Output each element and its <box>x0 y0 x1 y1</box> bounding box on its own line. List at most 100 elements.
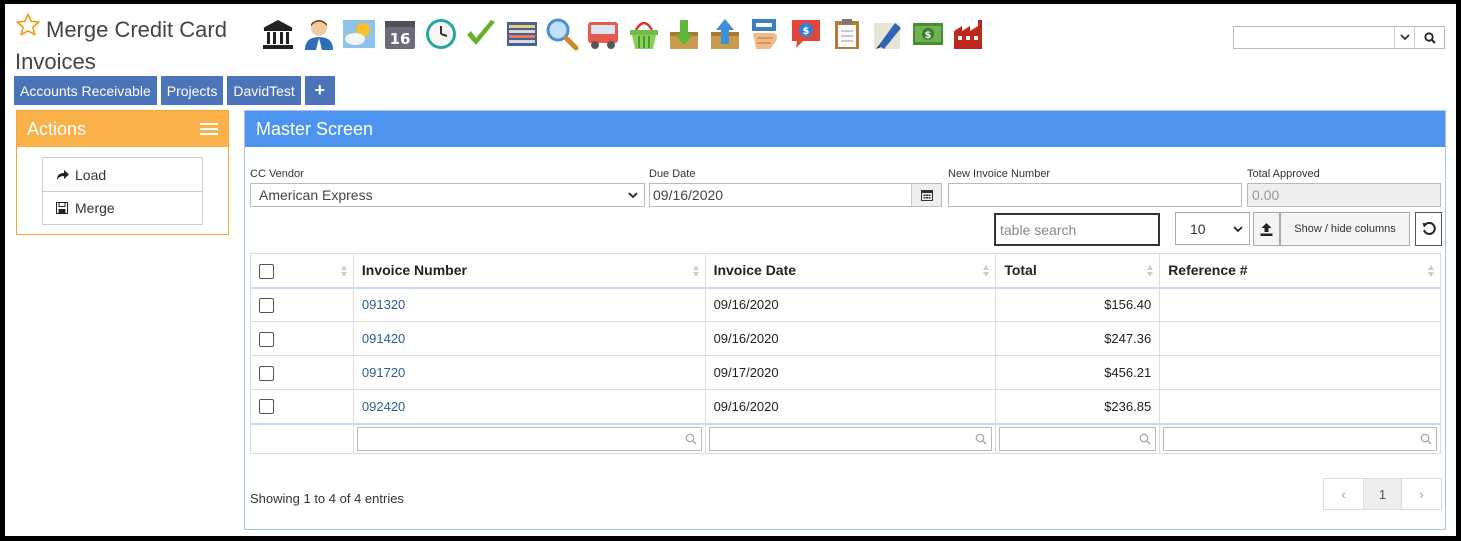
upload-box-icon[interactable] <box>705 16 746 52</box>
vendor-label: CC Vendor <box>250 168 304 180</box>
load-label: Load <box>75 166 107 183</box>
actions-title: Actions <box>27 118 87 139</box>
search-icon[interactable] <box>1414 27 1444 48</box>
merge-button[interactable]: Merge <box>43 191 202 224</box>
invoice-number-link[interactable]: 091320 <box>352 287 706 322</box>
select-all-header <box>250 253 354 289</box>
keyboard-icon[interactable] <box>502 16 543 52</box>
invoice-number-link[interactable]: 091420 <box>352 321 706 356</box>
invoice-number-filter[interactable] <box>356 426 702 451</box>
select-all-checkbox[interactable] <box>259 263 274 279</box>
actions-header: Actions <box>17 111 228 147</box>
due-date-label: Due Date <box>649 168 696 180</box>
page-title: Merge Credit Card Invoices <box>15 17 227 74</box>
row-checkbox[interactable] <box>259 331 274 347</box>
vendor-select[interactable]: American Express <box>250 183 645 207</box>
save-icon <box>56 202 72 214</box>
pagination: ‹ 1 › <box>1323 478 1442 510</box>
tab-bar: Accounts Receivable Projects DavidTest + <box>14 76 335 105</box>
bank-icon[interactable] <box>258 16 299 52</box>
svg-text:16: 16 <box>390 30 411 48</box>
global-search <box>1233 26 1445 49</box>
basket-icon[interactable] <box>623 16 664 52</box>
next-page-button[interactable]: › <box>1402 479 1441 509</box>
table-row: 091320 09/16/2020 $156.40 <box>250 287 1441 322</box>
sort-icon <box>1428 265 1434 277</box>
user-icon[interactable] <box>299 16 340 52</box>
row-checkbox[interactable] <box>259 399 274 415</box>
magnifier-icon[interactable] <box>542 16 583 52</box>
total-approved-field: 0.00 <box>1247 183 1441 207</box>
filter-cell-empty <box>250 422 354 454</box>
invoice-number-link[interactable]: 092420 <box>352 389 706 424</box>
add-tab-button[interactable]: + <box>304 76 335 105</box>
sort-icon[interactable] <box>340 264 348 278</box>
chevron-down-icon[interactable] <box>1394 27 1414 48</box>
col-invoice-date-label: Invoice Date <box>713 262 797 279</box>
show-hide-columns-button[interactable]: Show / hide columns <box>1280 212 1410 246</box>
factory-icon[interactable] <box>948 16 989 52</box>
total-cell: $156.40 <box>995 287 1161 322</box>
chevron-down-icon <box>628 192 638 199</box>
chevron-down-icon <box>1233 226 1243 233</box>
reference-cell <box>1159 389 1441 424</box>
cash-icon[interactable]: $ <box>908 16 949 52</box>
col-invoice-number[interactable]: Invoice Number <box>352 253 706 289</box>
page-1-button[interactable]: 1 <box>1363 479 1402 509</box>
checkmark-icon[interactable] <box>461 16 502 52</box>
share-arrow-icon <box>56 169 72 181</box>
invoice-date-cell: 09/16/2020 <box>704 321 997 356</box>
due-date-field[interactable]: 09/16/2020 <box>649 183 942 207</box>
global-search-input[interactable] <box>1234 27 1394 48</box>
prev-page-button[interactable]: ‹ <box>1324 479 1363 509</box>
toolbar: 16 $ $ <box>258 16 989 52</box>
page-size-select[interactable]: 10 <box>1175 212 1250 245</box>
col-reference[interactable]: Reference # <box>1159 253 1441 289</box>
truck-icon[interactable] <box>583 16 624 52</box>
col-invoice-date[interactable]: Invoice Date <box>704 253 997 289</box>
invoice-date-cell: 09/16/2020 <box>704 287 997 322</box>
reset-button[interactable] <box>1415 212 1442 246</box>
clipboard-icon[interactable] <box>826 16 867 52</box>
master-title: Master Screen <box>245 111 1445 147</box>
total-filter[interactable] <box>999 426 1157 451</box>
col-reference-label: Reference # <box>1168 262 1248 279</box>
hand-card-icon[interactable] <box>745 16 786 52</box>
invoice-date-filter[interactable] <box>708 426 993 451</box>
reference-filter[interactable] <box>1163 426 1437 451</box>
new-invoice-number-field[interactable] <box>948 183 1242 207</box>
pencil-icon[interactable] <box>867 16 908 52</box>
svg-text:$: $ <box>924 30 931 41</box>
master-panel: Master Screen CC Vendor American Express… <box>244 110 1446 530</box>
menu-icon[interactable] <box>200 123 218 135</box>
actions-panel: Actions Load Merge <box>16 110 229 235</box>
clock-icon[interactable] <box>420 16 461 52</box>
calendar-icon[interactable] <box>911 184 941 206</box>
reference-cell <box>1159 355 1441 390</box>
calendar-16-icon[interactable]: 16 <box>380 16 421 52</box>
row-checkbox[interactable] <box>259 365 274 381</box>
sort-icon <box>983 265 990 277</box>
tab-projects[interactable]: Projects <box>160 76 224 105</box>
col-total[interactable]: Total <box>995 253 1161 289</box>
table-header-row: Invoice Number Invoice Date Total Refere… <box>250 253 1441 289</box>
invoice-number-link[interactable]: 091720 <box>352 355 706 390</box>
col-total-label: Total <box>1004 262 1037 279</box>
table-row: 092420 09/16/2020 $236.85 <box>250 389 1441 424</box>
entries-info: Showing 1 to 4 of 4 entries <box>250 491 404 506</box>
reference-cell <box>1159 287 1441 322</box>
total-cell: $456.21 <box>995 355 1161 390</box>
tab-accounts-receivable[interactable]: Accounts Receivable <box>14 76 157 105</box>
table-search-input[interactable]: table search <box>994 213 1160 246</box>
export-button[interactable] <box>1253 212 1280 246</box>
load-button[interactable]: Load <box>43 158 202 191</box>
total-approved-label: Total Approved <box>1247 168 1320 180</box>
download-box-icon[interactable] <box>664 16 705 52</box>
weather-icon[interactable] <box>339 16 380 52</box>
chat-dollar-icon[interactable]: $ <box>786 16 827 52</box>
total-approved-value: 0.00 <box>1252 187 1280 203</box>
tab-davidtest[interactable]: DavidTest <box>227 76 301 105</box>
total-cell: $247.36 <box>995 321 1161 356</box>
search-icon <box>1139 433 1151 445</box>
row-checkbox[interactable] <box>259 297 274 313</box>
